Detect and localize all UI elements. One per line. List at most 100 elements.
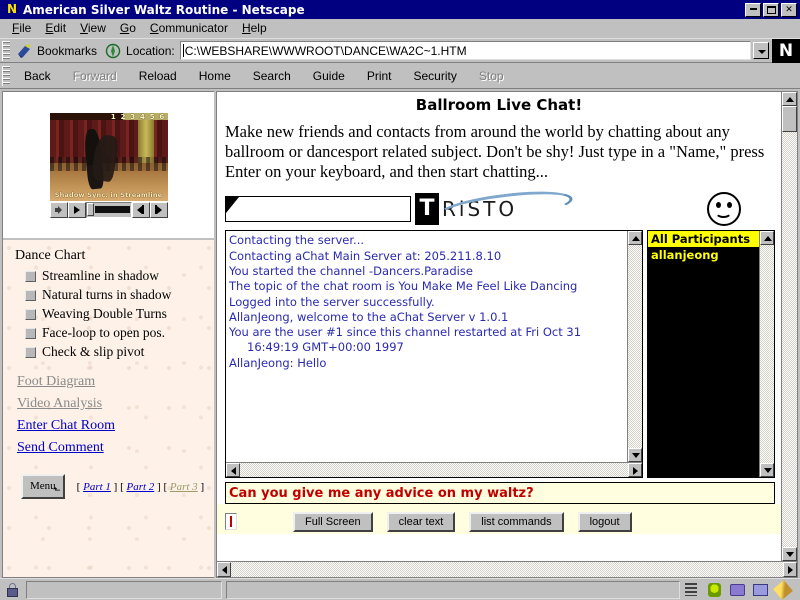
text-caret — [230, 516, 232, 528]
page-vertical-scrollbar[interactable] — [781, 92, 797, 561]
location-label: Location: — [126, 43, 175, 58]
menu-button[interactable]: Menu ⬑ — [21, 474, 65, 499]
forward-button: Forward — [72, 68, 117, 83]
video-pane: 1 2 3 4 5 6 Shadow Sync. in Streamline — [3, 92, 214, 240]
scroll-left-icon[interactable] — [226, 463, 240, 478]
scroll-down-icon[interactable] — [628, 448, 642, 463]
speaker-icon[interactable] — [49, 201, 68, 218]
component-bar — [682, 580, 798, 600]
url-input[interactable] — [184, 43, 750, 58]
nickname-input[interactable] — [225, 513, 237, 531]
participants-header[interactable]: All Participants — [648, 231, 759, 248]
link-enter-chat-room[interactable]: Enter Chat Room — [17, 418, 115, 434]
participants-scrollbar[interactable] — [759, 231, 774, 478]
scroll-up-icon[interactable] — [628, 231, 642, 246]
page-horizontal-scrollbar[interactable] — [217, 561, 797, 577]
chat-log-horizontal-scrollbar[interactable] — [226, 462, 642, 478]
lock-icon[interactable] — [2, 581, 24, 599]
link-video-analysis[interactable]: Video Analysis — [17, 396, 102, 412]
scroll-track-h[interactable] — [240, 463, 628, 478]
minimize-button[interactable] — [745, 2, 761, 17]
chevron-down-icon[interactable] — [753, 42, 769, 59]
composer-icon[interactable] — [773, 580, 793, 600]
scroll-down-icon[interactable] — [760, 463, 774, 478]
step-forward-icon[interactable] — [149, 201, 168, 218]
menu-communicator[interactable]: Communicator — [143, 20, 235, 36]
link-foot-diagram[interactable]: Foot Diagram — [17, 374, 95, 390]
link-part-2[interactable]: Part 2 — [126, 481, 154, 493]
page-scroll-up-icon[interactable] — [782, 92, 797, 106]
print-button[interactable]: Print — [356, 66, 403, 86]
menu-help[interactable]: Help — [235, 20, 274, 36]
play-icon[interactable] — [67, 201, 86, 218]
video-scrubber[interactable] — [85, 201, 132, 218]
window-title: American Silver Waltz Routine - Netscape — [23, 2, 305, 17]
menu-file[interactable]: File — [5, 20, 38, 36]
reload-button[interactable]: Reload — [128, 66, 188, 86]
close-button[interactable]: ✕ — [781, 2, 797, 17]
parts-close: ] — [197, 480, 205, 493]
security-button[interactable]: Security — [403, 66, 468, 86]
navbar-grip[interactable] — [2, 65, 10, 86]
video-screen[interactable]: 1 2 3 4 5 6 Shadow Sync. in Streamline — [49, 112, 168, 201]
participant-item[interactable]: allanjeong — [648, 247, 759, 263]
page-scroll-track[interactable] — [782, 132, 797, 547]
list-commands-button[interactable]: list commands — [469, 511, 564, 532]
tristo-logo-rest: RiSTO — [442, 197, 518, 222]
name-input[interactable] — [225, 196, 411, 223]
link-part-3[interactable]: Part 3 — [170, 481, 198, 493]
video-caption: Shadow Sync. in Streamline — [54, 190, 163, 199]
bookmark-icon[interactable] — [13, 41, 35, 61]
tristo-logo: T RiSTO — [415, 186, 575, 229]
chart-item[interactable]: Weaving Double Turns — [25, 306, 214, 322]
bookmark-icon-glyph — [18, 43, 30, 58]
task-list-icon[interactable] — [682, 581, 700, 598]
step-back-icon[interactable] — [131, 201, 150, 218]
menu-go[interactable]: Go — [113, 20, 143, 36]
guide-button[interactable]: Guide — [302, 66, 356, 86]
status-progress-cell — [226, 580, 680, 599]
navigator-icon[interactable] — [705, 581, 723, 598]
menu-edit[interactable]: Edit — [38, 20, 73, 36]
page-scroll-thumb[interactable] — [782, 106, 797, 132]
link-part-1[interactable]: Part 1 — [83, 481, 111, 493]
chat-log: Contacting the server... Contacting aCha… — [226, 231, 627, 462]
location-bar[interactable] — [179, 41, 751, 60]
page-scroll-left-icon[interactable] — [217, 562, 231, 577]
compass-icon-glyph — [105, 43, 121, 58]
scroll-track[interactable] — [760, 245, 774, 464]
link-send-comment[interactable]: Send Comment — [17, 440, 104, 456]
scroll-track[interactable] — [628, 245, 642, 449]
restore-button[interactable] — [763, 2, 779, 17]
scroll-right-icon[interactable] — [628, 463, 642, 478]
page-scroll-track-h[interactable] — [231, 562, 783, 577]
page-scroll-right-icon[interactable] — [783, 562, 797, 577]
chart-item-label: Streamline in shadow — [42, 268, 159, 283]
inbox-icon[interactable] — [728, 581, 746, 598]
toolbar-grip[interactable] — [2, 40, 10, 61]
chat-log-vertical-scrollbar[interactable] — [627, 231, 642, 463]
full-screen-button[interactable]: Full Screen — [293, 511, 373, 532]
participants-list[interactable]: All Participants allanjeong — [648, 231, 759, 478]
back-button[interactable]: Back — [13, 66, 62, 86]
menu-view[interactable]: View — [73, 20, 113, 36]
search-button[interactable]: Search — [242, 66, 302, 86]
scrubber-thumb[interactable] — [86, 203, 94, 216]
scroll-up-icon[interactable] — [760, 231, 774, 246]
chart-item[interactable]: Face-loop to open pos. — [25, 325, 214, 341]
page-scroll-down-icon[interactable] — [782, 547, 797, 561]
video-player[interactable]: 1 2 3 4 5 6 Shadow Sync. in Streamline — [49, 112, 168, 218]
chart-item-label: Face-loop to open pos. — [42, 325, 165, 340]
netscape-logo[interactable]: N — [772, 38, 800, 63]
chart-item-label: Natural turns in shadow — [42, 287, 172, 302]
clear-text-button[interactable]: clear text — [386, 511, 456, 532]
chart-item[interactable]: Natural turns in shadow — [25, 287, 214, 303]
bookmarks-label[interactable]: Bookmarks — [37, 44, 97, 58]
message-input[interactable]: Can you give me any advice on my waltz? — [225, 482, 775, 505]
chart-item[interactable]: Check & slip pivot — [25, 344, 214, 360]
newsgroup-icon[interactable] — [751, 581, 769, 598]
menu-button-label: Menu — [30, 480, 56, 492]
chart-item[interactable]: Streamline in shadow — [25, 268, 214, 284]
logout-button[interactable]: logout — [577, 511, 632, 532]
home-button[interactable]: Home — [188, 66, 242, 86]
